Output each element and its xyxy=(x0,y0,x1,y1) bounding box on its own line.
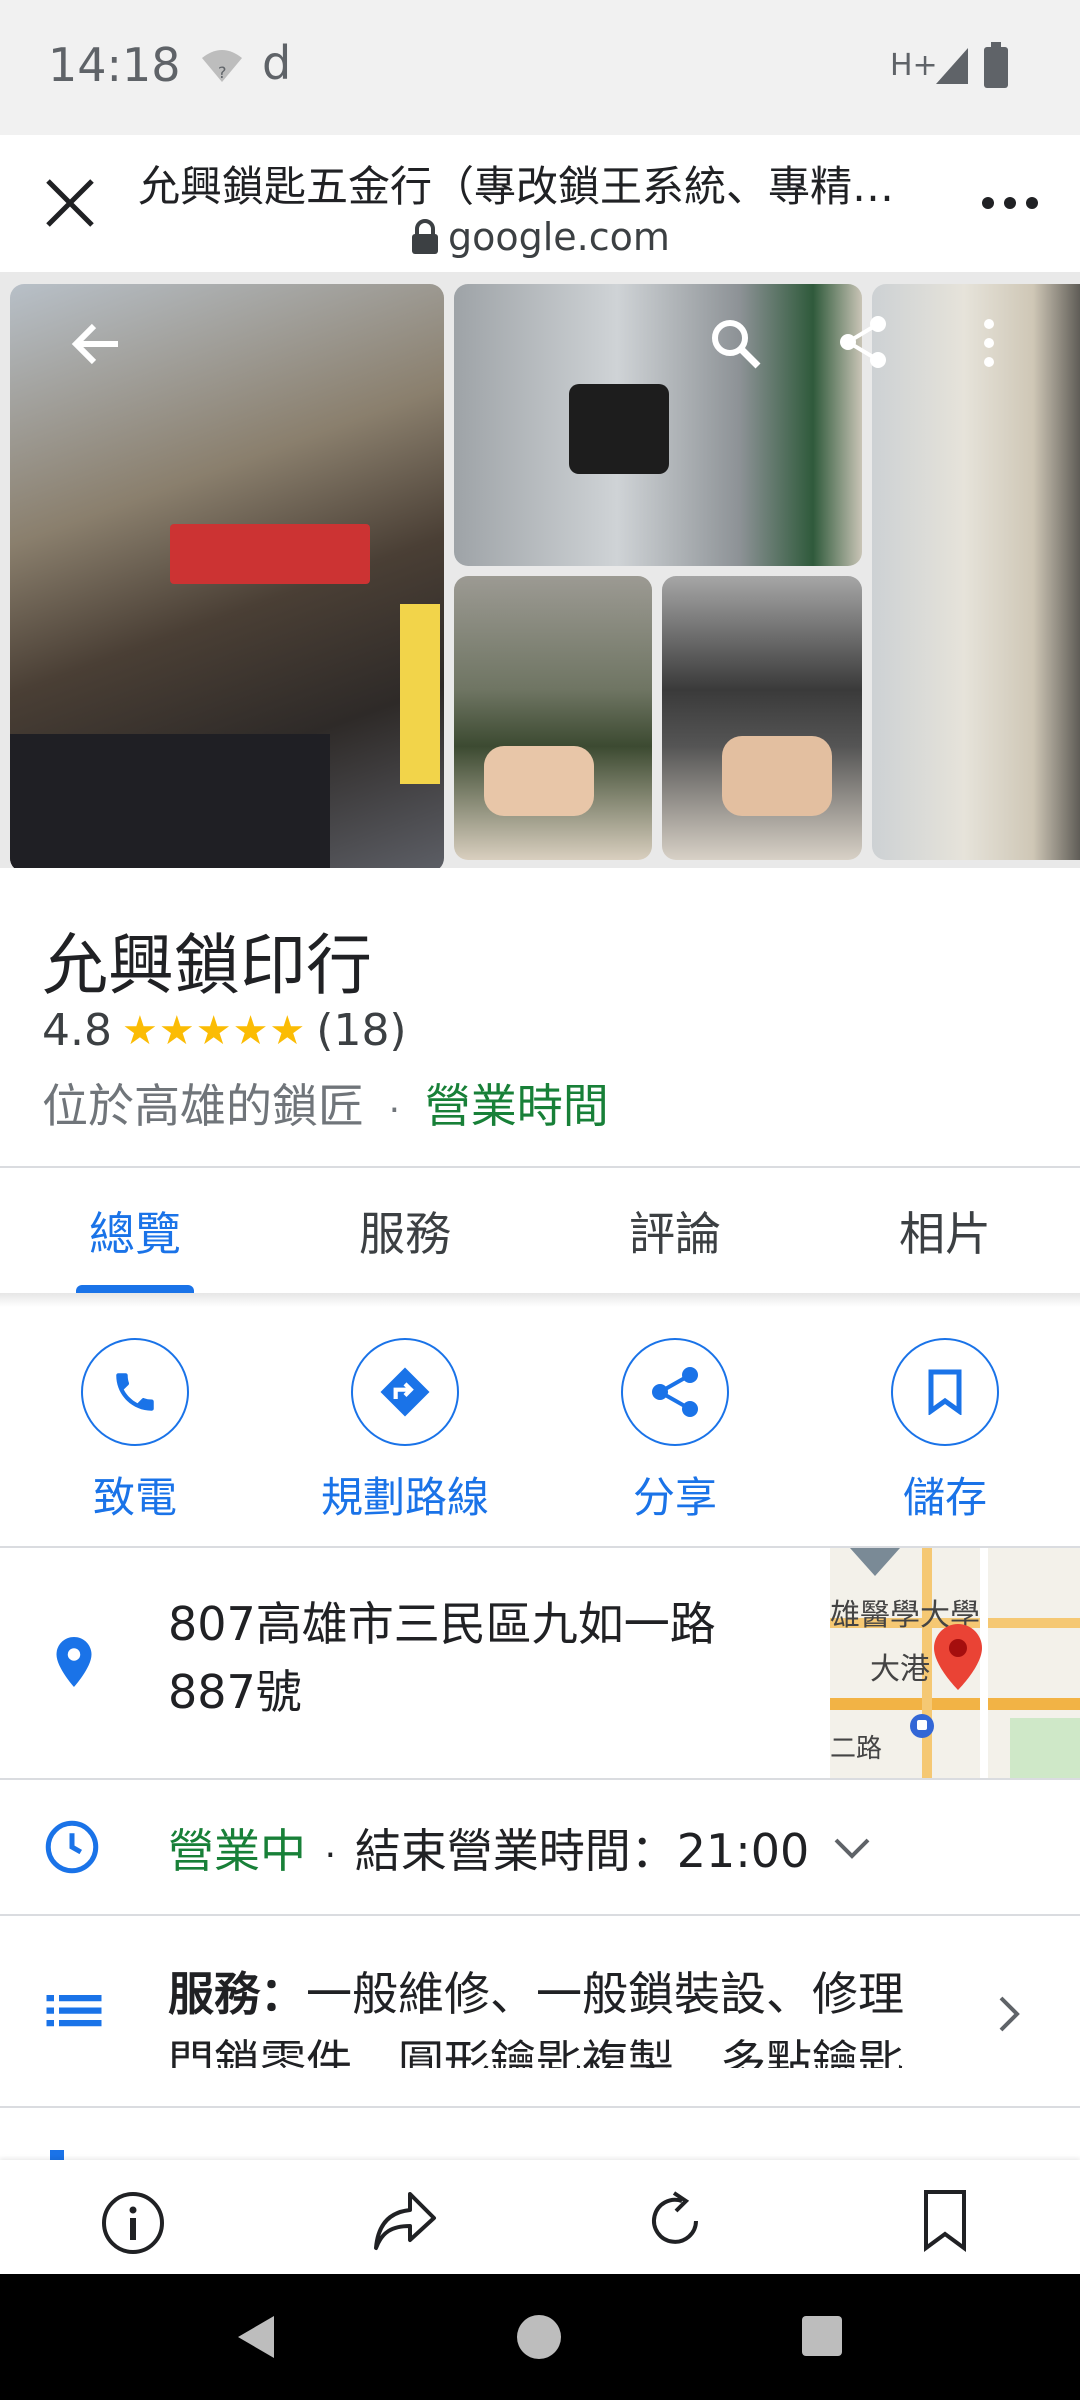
reload-icon[interactable] xyxy=(642,2188,708,2254)
divider xyxy=(0,1914,1080,1916)
separator-dot: · xyxy=(388,1090,401,1131)
share-button[interactable]: 分享 xyxy=(585,1338,765,1525)
save-label: 儲存 xyxy=(902,1473,987,1522)
nav-recents-icon[interactable] xyxy=(802,2316,842,2356)
phone-icon xyxy=(116,1373,154,1411)
map-preview[interactable]: 雄醫學大學 大港 二路 xyxy=(830,1548,1080,1778)
hours-row[interactable]: 營業中 · 結束營業時間：21:00 xyxy=(168,1815,809,1881)
save-button[interactable]: 儲存 xyxy=(855,1338,1035,1525)
transit-icon xyxy=(910,1714,934,1738)
share-label: 分享 xyxy=(632,1473,717,1522)
browser-bottom-toolbar xyxy=(0,2160,1080,2274)
svg-text:?: ? xyxy=(218,63,227,82)
directions-button[interactable]: 規劃路線 xyxy=(315,1338,495,1525)
services-line-1: 一般維修、一般鎖裝設、修理 xyxy=(306,1967,904,2021)
chevron-down-icon[interactable] xyxy=(830,1834,874,1862)
location-pin-icon xyxy=(56,1637,92,1687)
url-text: google.com xyxy=(448,215,670,259)
more-vert-icon[interactable] xyxy=(982,316,996,370)
next-row-icon-partial xyxy=(50,2150,64,2160)
services-heading: 服務： xyxy=(168,1967,306,2021)
place-name: 允興鎖印行 xyxy=(42,927,372,1004)
divider xyxy=(0,1778,1080,1780)
status-time: 14:18 xyxy=(48,38,181,92)
tab-shadow xyxy=(0,1293,1080,1307)
tab-reviews[interactable]: 評論 xyxy=(610,1198,740,1264)
place-category: 位於高雄的鎖匠 xyxy=(42,1079,364,1133)
active-tab-indicator xyxy=(76,1285,194,1293)
divider xyxy=(0,1166,1080,1168)
open-status: 營業中 xyxy=(168,1824,306,1878)
address-line-1: 807高雄市三民區九如一路 xyxy=(168,1597,716,1651)
closing-time: 結束營業時間：21:00 xyxy=(354,1824,810,1878)
tab-photos[interactable]: 相片 xyxy=(880,1198,1010,1264)
map-marker-top-icon xyxy=(850,1548,900,1576)
nav-back-icon[interactable] xyxy=(236,2314,276,2360)
bookmark-icon[interactable] xyxy=(920,2188,970,2254)
photo-motorcycle-keys-1[interactable] xyxy=(454,576,652,860)
services-line-2: 門鎖零件、圓形鑰匙複製、多點鑰匙 xyxy=(168,2035,904,2068)
network-type: H+ xyxy=(890,48,938,83)
photo-door-lock[interactable] xyxy=(454,284,862,566)
directions-icon xyxy=(380,1367,430,1417)
battery-icon xyxy=(984,42,1008,88)
info-icon[interactable] xyxy=(100,2190,166,2256)
review-count: (18) xyxy=(316,1005,407,1056)
hours-link[interactable]: 營業時間 xyxy=(425,1079,609,1133)
wifi-icon: ? xyxy=(202,50,242,82)
map-pin-icon xyxy=(934,1624,982,1690)
tab-overview[interactable]: 總覽 xyxy=(76,1198,194,1264)
close-icon[interactable] xyxy=(40,173,100,233)
share-icon[interactable] xyxy=(838,314,888,370)
divider xyxy=(0,2106,1080,2108)
photo-motorcycle-keys-2[interactable] xyxy=(662,576,862,860)
system-navigation-bar xyxy=(0,2274,1080,2400)
signal-icon xyxy=(936,48,968,84)
address-line-2: 887號 xyxy=(168,1665,302,1719)
status-bar: 14:18 ? d H+ xyxy=(0,0,1080,135)
url-display: google.com xyxy=(410,215,670,259)
rating-value: 4.8 xyxy=(42,1005,112,1056)
nav-home-icon[interactable] xyxy=(516,2314,562,2360)
map-label-road: 二路 xyxy=(830,1734,883,1764)
category-line: 位於高雄的鎖匠 · 營業時間 xyxy=(42,1070,609,1136)
more-options-icon[interactable] xyxy=(980,195,1040,211)
hours-separator: · xyxy=(324,1835,337,1876)
address-text[interactable]: 807高雄市三民區九如一路 887號 xyxy=(168,1590,716,1726)
back-arrow-icon[interactable] xyxy=(68,320,122,368)
chevron-right-icon[interactable] xyxy=(996,1994,1022,2034)
services-summary[interactable]: 服務：一般維修、一般鎖裝設、修理 門鎖零件、圓形鑰匙複製、多點鑰匙 xyxy=(168,1960,948,2068)
photo-storefront[interactable] xyxy=(10,284,444,868)
page-title: 允興鎖匙五金行（專改鎖王系統、專精… xyxy=(138,162,895,211)
photo-gallery[interactable] xyxy=(0,272,1080,868)
share-icon xyxy=(652,1367,698,1417)
search-icon[interactable] xyxy=(708,316,762,370)
rating-row[interactable]: 4.8 ★★★★★ (18) xyxy=(42,1005,407,1056)
forward-share-icon[interactable] xyxy=(372,2190,438,2252)
call-label: 致電 xyxy=(92,1473,177,1522)
tab-services[interactable]: 服務 xyxy=(340,1198,470,1264)
map-label-dagang: 大港 xyxy=(870,1652,930,1687)
list-icon xyxy=(46,1995,102,2027)
directions-label: 規劃路線 xyxy=(320,1473,489,1522)
browser-header: 允興鎖匙五金行（專改鎖王系統、專精… google.com xyxy=(0,135,1080,272)
bookmark-icon xyxy=(928,1369,962,1415)
call-button[interactable]: 致電 xyxy=(45,1338,225,1525)
photo-digital-lock[interactable] xyxy=(872,284,1080,860)
carrier-letter: d xyxy=(262,36,292,90)
rating-stars: ★★★★★ xyxy=(121,1007,307,1054)
clock-icon xyxy=(45,1820,99,1874)
lock-icon xyxy=(412,219,438,254)
